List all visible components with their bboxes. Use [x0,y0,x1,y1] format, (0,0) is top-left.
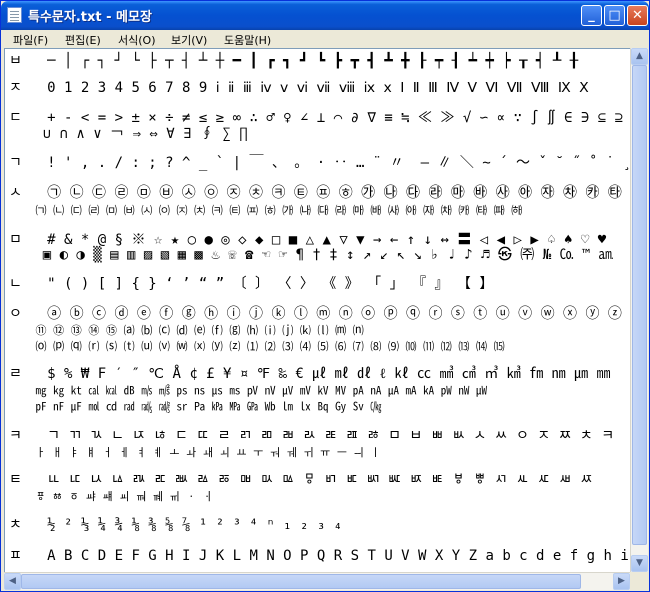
horizontal-scroll-thumb[interactable] [21,574,581,589]
vertical-scroll-thumb[interactable] [632,65,647,545]
text-line: ㅂ ─ │ ┌ ┐ ┘ └ ├ ┬ ┤ ┴ ┼ ━ ┃ ┏ ┓ ┛ ┗ ┣ ┳ … [9,53,579,69]
window-title: 특수문자.txt - 메모장 [28,10,152,25]
text-line: ㅍ A B C D E F G H I J K L M N O P Q R S … [9,548,631,564]
text-line: ㅊ ½ ² ⅓ ¼ ¾ ⅛ ⅜ ⅝ ⅞ ¹ ² ³ ⁴ ⁿ ₁ ₂ ₃ ₄ [9,517,343,533]
scroll-down-arrow-icon[interactable]: ▼ [631,555,648,572]
menu-help[interactable]: 도움말(H) [224,32,271,48]
menu-bar: 파일(F) 편집(E) 서식(O) 보기(V) 도움말(H) [1,30,649,48]
text-line: ∪ ∩ ∧ ∨ ￢ ⇒ ⇔ ∀ ∃ ∮ ∑ ∏ [9,126,248,142]
horizontal-scrollbar[interactable]: ◀ ▶ [4,572,630,590]
menu-view[interactable]: 보기(V) [171,32,207,48]
text-line: ㆄ ㆅ ㆆ ㆇ ㆈ ㆉ ㆊ ㆋ ㆌ ㆍ ㆎ [9,490,214,503]
scroll-left-arrow-icon[interactable]: ◀ [4,573,21,590]
menu-edit[interactable]: 편집(E) [65,32,101,48]
text-line: ⒪ ⒫ ⒬ ⒭ ⒮ ⒯ ⒰ ⒱ ⒲ ⒳ ⒴ ⒵ ⑴ ⑵ ⑶ ⑷ ⑸ ⑹ ⑺ ⑻ … [9,340,505,353]
menu-file[interactable]: 파일(F) [13,32,48,48]
notepad-icon[interactable] [7,7,22,23]
text-line: ㈀ ㈁ ㈂ ㈃ ㈄ ㈅ ㈆ ㈇ ㈈ ㈉ ㈊ ㈋ ㈌ ㈍ ㈎ ㈏ ㈐ ㈑ ㈒ ㈓ … [9,204,523,217]
menu-format[interactable]: 서식(O) [118,32,155,48]
text-editor[interactable]: ㅂ ─ │ ┌ ┐ ┘ └ ├ ┬ ┤ ┴ ┼ ━ ┃ ┏ ┓ ┛ ┗ ┣ ┳ … [4,48,631,573]
close-button[interactable]: ✕ [627,5,648,26]
scroll-right-arrow-icon[interactable]: ▶ [613,573,630,590]
maximize-button[interactable]: □ [604,5,625,26]
text-line: ㎊ ㎋ ㎌ ㏖ ㏅ ㎭ ㎮ ㎯ ㏛ ㎩ ㎪ ㎫ ㎬ ㏝ ㏐ ㏓ ㏃ ㏉ ㏜ ㏆ [9,400,382,413]
scroll-up-arrow-icon[interactable]: ▲ [631,48,648,65]
resize-grip-icon[interactable] [630,572,647,589]
vertical-scrollbar[interactable]: ▲ ▼ [630,48,648,572]
text-line: ㄴ " ( ) [ ] { } ‘ ’ “ ” 〔 〕 〈 〉 《 》 「 」 … [9,276,494,292]
title-bar[interactable]: 특수문자.txt - 메모장 _ □ ✕ [1,1,649,30]
minimize-button[interactable]: _ [581,5,602,26]
text-line: ㅈ 0 1 2 3 4 5 6 7 8 9 ⅰ ⅱ ⅲ ⅳ ⅴ ⅵ ⅶ ⅷ ⅸ … [9,80,589,96]
text-line: ▣ ◐ ◑ ▒ ▤ ▥ ▨ ▧ ▦ ▩ ♨ ☏ ☎ ☜ ☞ ¶ † ‡ ↕ ↗ … [9,247,613,263]
notepad-window: 특수문자.txt - 메모장 _ □ ✕ 파일(F) 편집(E) 서식(O) 보… [0,0,650,592]
text-line: ㄱ ! ' , . / : ; ? ^ _ ` | ￣ 、 。 · ‥ … ¨ … [9,155,631,171]
text-line: ㅏ ㅐ ㅑ ㅒ ㅓ ㅔ ㅕ ㅖ ㅗ ㅘ ㅙ ㅚ ㅛ ㅜ ㅝ ㅞ ㅟ ㅠ ㅡ ㅢ … [9,446,381,459]
